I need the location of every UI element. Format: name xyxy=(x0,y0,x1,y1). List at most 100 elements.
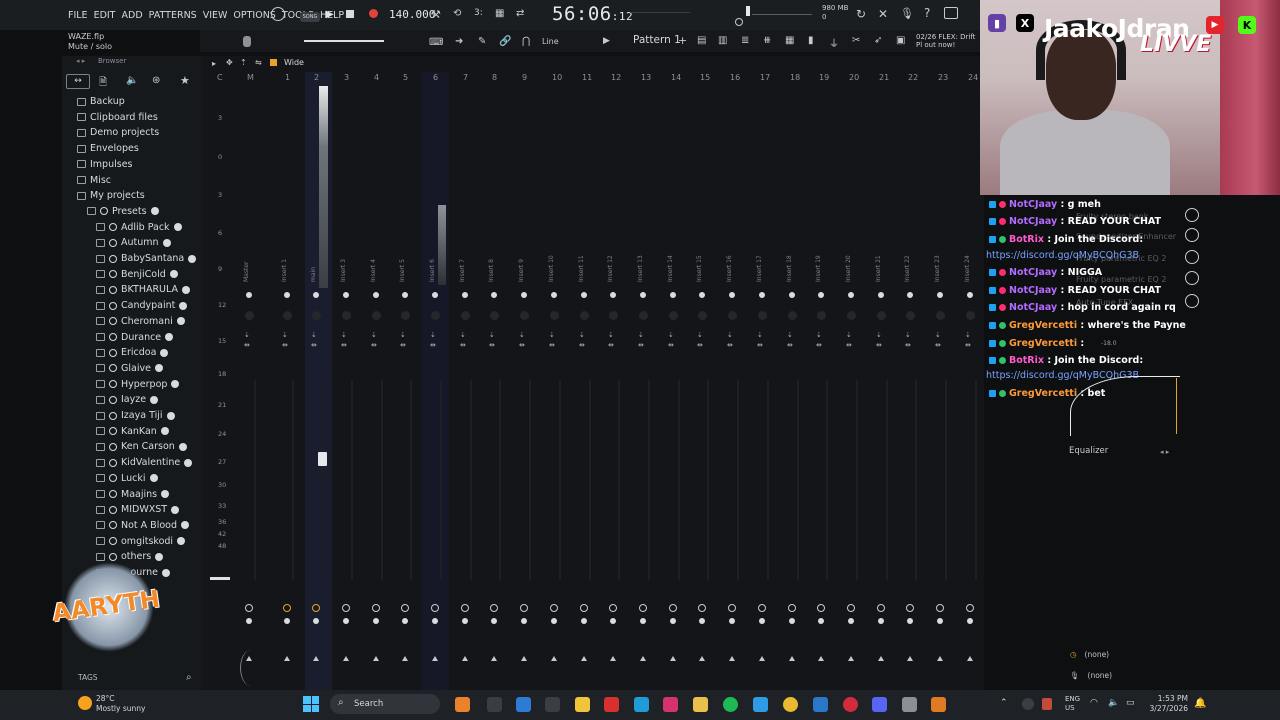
track-output-dot[interactable] xyxy=(521,618,527,624)
track-enable-led[interactable] xyxy=(343,292,349,298)
volume-fader-track[interactable] xyxy=(499,380,501,580)
track-enable-led[interactable] xyxy=(551,292,557,298)
volume-fader-track[interactable] xyxy=(529,380,531,580)
channel-rack-icon[interactable]: ≣ xyxy=(741,35,749,46)
browser-preset-item[interactable]: BenjiCold xyxy=(96,269,178,280)
track-input-ring[interactable] xyxy=(245,604,253,612)
track-output-dot[interactable] xyxy=(878,618,884,624)
browser-view-icon[interactable]: ▦ xyxy=(785,35,794,46)
track-pan-knob[interactable] xyxy=(788,311,797,320)
stereo-swap-icon[interactable]: ⇹ xyxy=(608,341,614,349)
menu-add[interactable]: ADD xyxy=(122,10,143,21)
stereo-swap-icon[interactable]: ⇹ xyxy=(935,341,941,349)
stereo-separation-icon[interactable]: ⇣ xyxy=(965,331,971,339)
stereo-separation-icon[interactable]: ⇣ xyxy=(727,331,733,339)
file-explorer-icon[interactable] xyxy=(487,697,502,712)
route-arrow-icon[interactable] xyxy=(432,656,438,661)
volume-fader-track[interactable] xyxy=(678,380,680,580)
track-pan-knob[interactable] xyxy=(283,311,292,320)
tray-chevron-icon[interactable]: ⌃ xyxy=(1000,698,1008,708)
track-output-dot[interactable] xyxy=(373,618,379,624)
track-enable-led[interactable] xyxy=(818,292,824,298)
mixer-track-name[interactable]: Insert 5 xyxy=(399,259,406,282)
stereo-separation-icon[interactable]: ⇣ xyxy=(400,331,406,339)
magnet-icon[interactable]: ⋂ xyxy=(522,36,530,47)
clock-date[interactable]: 1:53 PM 3/27/2026 xyxy=(1146,694,1188,714)
track-enable-led[interactable] xyxy=(581,292,587,298)
tempo-display[interactable]: 140.000 xyxy=(389,8,435,21)
eq-band-marker[interactable] xyxy=(1176,378,1177,434)
browser-folder[interactable]: Envelopes xyxy=(77,143,139,154)
stereo-separation-icon[interactable]: ⇣ xyxy=(549,331,555,339)
track-pan-knob[interactable] xyxy=(245,311,254,320)
browser-preset-item[interactable]: Glaive xyxy=(96,363,163,374)
mixer-mode-label[interactable]: Wide xyxy=(284,58,304,67)
track-input-ring[interactable] xyxy=(847,604,855,612)
folder-icon[interactable] xyxy=(693,697,708,712)
browser-plugin-icon[interactable]: ⊛ xyxy=(152,75,160,86)
track-pan-knob[interactable] xyxy=(520,311,529,320)
main-volume-fader-handle[interactable] xyxy=(318,452,327,466)
edge-dev-icon[interactable] xyxy=(813,697,828,712)
track-pan-knob[interactable] xyxy=(817,311,826,320)
route-arrow-icon[interactable] xyxy=(313,656,319,661)
volume-fader-track[interactable] xyxy=(737,380,739,580)
volume-fader-track[interactable] xyxy=(945,380,947,580)
route-arrow-icon[interactable] xyxy=(699,656,705,661)
menu-view[interactable]: VIEW xyxy=(203,10,228,21)
route-arrow-icon[interactable] xyxy=(491,656,497,661)
stereo-separation-icon[interactable]: ⇣ xyxy=(905,331,911,339)
mixer-track-name[interactable]: Master xyxy=(243,262,250,283)
volume-fader-track[interactable] xyxy=(254,380,256,580)
volume-fader-track[interactable] xyxy=(410,380,412,580)
track-output-dot[interactable] xyxy=(848,618,854,624)
record-icon[interactable] xyxy=(369,9,378,18)
track-input-ring[interactable] xyxy=(550,604,558,612)
track-input-ring[interactable] xyxy=(312,604,320,612)
master-volume-fader-handle[interactable] xyxy=(210,577,230,580)
stereo-separation-icon[interactable]: ⇣ xyxy=(757,331,763,339)
pattern-song-icon[interactable]: ⇄ xyxy=(516,8,524,19)
mixer-track-name[interactable]: Insert 16 xyxy=(726,255,733,282)
browser-preset-item[interactable]: Maajins xyxy=(96,489,170,500)
track-input-ring[interactable] xyxy=(877,604,885,612)
track-enable-led[interactable] xyxy=(521,292,527,298)
track-enable-led[interactable] xyxy=(284,292,290,298)
notification-bell-icon[interactable]: 🔔 xyxy=(1194,698,1206,709)
stereo-swap-icon[interactable]: ⇹ xyxy=(757,341,763,349)
browser-preset-item[interactable]: Ken Carson xyxy=(96,441,187,452)
opera-icon[interactable] xyxy=(843,697,858,712)
slot-toggle-icon[interactable] xyxy=(1185,294,1199,308)
track-enable-led[interactable] xyxy=(402,292,408,298)
stereo-swap-icon[interactable]: ⇹ xyxy=(430,341,436,349)
track-input-ring[interactable] xyxy=(639,604,647,612)
mixer-track-name[interactable]: Insert 7 xyxy=(459,259,466,282)
help-icon[interactable]: ? xyxy=(924,6,930,20)
track-enable-led[interactable] xyxy=(729,292,735,298)
step-icon[interactable]: 3: xyxy=(474,8,483,18)
mixer-icon[interactable]: ▦ xyxy=(495,8,504,19)
stereo-swap-icon[interactable]: ⇹ xyxy=(846,341,852,349)
track-output-dot[interactable] xyxy=(313,618,319,624)
adobe-reader-icon[interactable] xyxy=(604,697,619,712)
track-pan-knob[interactable] xyxy=(906,311,915,320)
fl-studio-icon[interactable] xyxy=(455,697,470,712)
browser-folder[interactable]: Demo projects xyxy=(77,127,159,138)
browser-preset-item[interactable]: KanKan xyxy=(96,426,169,437)
stereo-separation-icon[interactable]: ⇣ xyxy=(846,331,852,339)
track-output-dot[interactable] xyxy=(581,618,587,624)
eq-controls-icon[interactable]: ◂ ▸ xyxy=(1160,448,1169,456)
track-output-dot[interactable] xyxy=(937,618,943,624)
track-output-dot[interactable] xyxy=(670,618,676,624)
track-output-dot[interactable] xyxy=(818,618,824,624)
stereo-separation-icon[interactable]: ⇣ xyxy=(697,331,703,339)
volume-fader-track[interactable] xyxy=(915,380,917,580)
chrome-icon[interactable] xyxy=(783,697,798,712)
stereo-separation-icon[interactable]: ⇣ xyxy=(282,331,288,339)
stereo-swap-icon[interactable]: ⇹ xyxy=(727,341,733,349)
stereo-swap-icon[interactable]: ⇹ xyxy=(282,341,288,349)
volume-fader-track[interactable] xyxy=(440,380,442,580)
stereo-separation-icon[interactable]: ⇣ xyxy=(244,331,250,339)
track-input-ring[interactable] xyxy=(698,604,706,612)
track-input-ring[interactable] xyxy=(342,604,350,612)
